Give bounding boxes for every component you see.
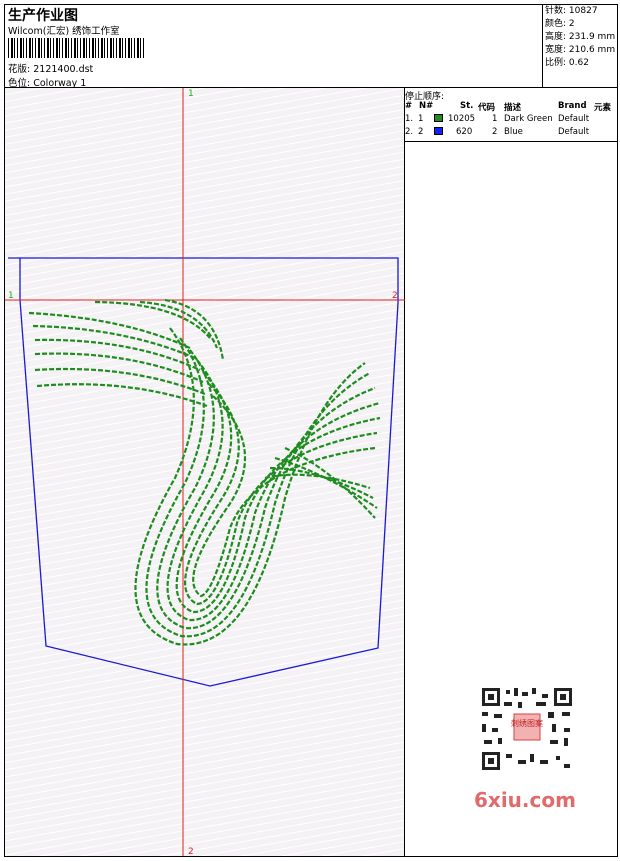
stat-colors: 颜色: 2	[545, 19, 575, 29]
color-swatch	[434, 127, 443, 135]
col-element: 元素	[594, 103, 612, 113]
col-stitches: St.	[460, 101, 474, 111]
col-desc: 描述	[504, 103, 522, 113]
col-index: #	[405, 101, 413, 111]
panel-divider	[404, 141, 618, 142]
table-header: # N# St. 代码 描述 Brand 元素	[404, 100, 618, 113]
design-canvas[interactable]: 1 2 1 2	[5, 88, 405, 856]
qr-code: 刺绣图案	[470, 680, 582, 794]
guide-label-top: 1	[188, 89, 194, 99]
barcode	[8, 38, 144, 58]
header: 生产作业图 Wilcom(汇宏) 绣饰工作室 花版: 2121400.dst 色…	[4, 4, 618, 89]
page-title: 生产作业图	[8, 8, 78, 24]
table-row[interactable]: 1. 1 10205 1 Dark Green Default	[404, 113, 618, 126]
col-code: 代码	[478, 103, 496, 113]
watermark-text: 6xiu.com	[474, 788, 576, 812]
colorway-line: 色位: Colorway 1	[8, 75, 86, 89]
design-file: 2121400.dst	[33, 64, 94, 75]
stat-width: 宽度: 210.6 mm	[545, 45, 616, 55]
stat-scale: 比例: 0.62	[545, 58, 589, 68]
stats-panel: 针数: 10827 颜色: 2 高度: 231.9 mm 宽度: 210.6 m…	[542, 4, 618, 88]
design-file-line: 花版: 2121400.dst	[8, 61, 93, 75]
color-swatch	[434, 114, 443, 122]
stop-sequence-table: # N# St. 代码 描述 Brand 元素 1. 1 10205 1 Dar…	[404, 100, 618, 139]
design-label: 花版:	[8, 64, 31, 75]
guide-label-right: 2	[392, 291, 398, 301]
col-needle: N#	[419, 101, 434, 111]
stat-stitches: 针数: 10827	[545, 6, 598, 16]
stat-height: 高度: 231.9 mm	[545, 32, 616, 42]
guide-label-left: 1	[8, 291, 14, 301]
guide-label-bottom: 2	[188, 847, 194, 856]
table-row[interactable]: 2. 2 620 2 Blue Default	[404, 126, 618, 139]
company-name: Wilcom(汇宏) 绣饰工作室	[8, 26, 120, 37]
design-stitches-body	[134, 327, 381, 646]
design-preview: 1 2 1 2	[5, 88, 405, 856]
col-brand: Brand	[558, 101, 587, 111]
qr-label: 刺绣图案	[511, 718, 543, 728]
